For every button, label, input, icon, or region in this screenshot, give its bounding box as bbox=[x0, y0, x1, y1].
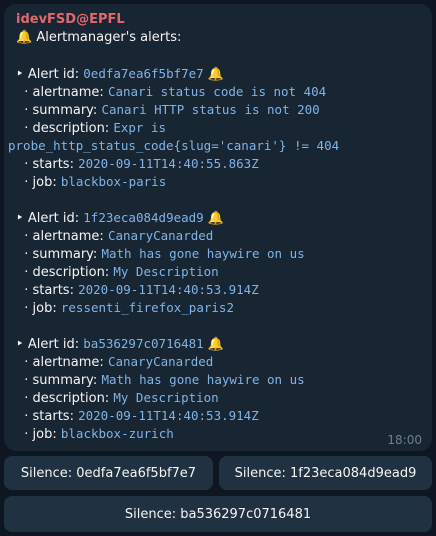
alertname-value[interactable]: CanaryCanarded bbox=[108, 228, 213, 243]
description-value-cont[interactable]: probe_http_status_code{slug='canari'} !=… bbox=[8, 138, 339, 153]
job-value[interactable]: blackbox-zurich bbox=[61, 426, 174, 441]
starts-value[interactable]: 2020-09-11T14:40:55.863Z bbox=[78, 156, 259, 171]
bell-icon: 🔔 bbox=[16, 30, 33, 45]
alert-block: ‣ Alert id: 1f23eca084d9ead9 🔔 · alertna… bbox=[16, 210, 305, 316]
silence-button[interactable]: Silence: 1f23eca084d9ead9 bbox=[219, 456, 432, 490]
message-time: 18:00 bbox=[387, 433, 422, 447]
silence-button[interactable]: Silence: 0edfa7ea6f5bf7e7 bbox=[4, 456, 213, 490]
bullet-icon: ‣ bbox=[16, 67, 28, 82]
message-bubble: idevFSD@EPFL 🔔 Alertmanager's alerts: ‣ … bbox=[4, 4, 432, 451]
starts-value[interactable]: 2020-09-11T14:40:53.914Z bbox=[78, 282, 259, 297]
bell-icon: 🔔 bbox=[207, 211, 225, 226]
summary-value[interactable]: Math has gone haywire on us bbox=[101, 246, 304, 261]
alert-block: ‣ Alert id: 0edfa7ea6f5bf7e7 🔔 · alertna… bbox=[8, 66, 340, 190]
alert-id[interactable]: 0edfa7ea6f5bf7e7 bbox=[83, 66, 203, 81]
message-header: 🔔 Alertmanager's alerts: bbox=[16, 30, 181, 45]
alertname-value[interactable]: CanaryCanarded bbox=[108, 354, 213, 369]
starts-value[interactable]: 2020-09-11T14:40:53.914Z bbox=[78, 408, 259, 423]
alertname-value[interactable]: Canari status code is not 404 bbox=[108, 84, 326, 99]
job-value[interactable]: ressenti_firefox_paris2 bbox=[61, 300, 234, 315]
bullet-icon: ‣ bbox=[16, 211, 28, 226]
job-value[interactable]: blackbox-paris bbox=[61, 174, 166, 189]
header-text: Alertmanager's alerts: bbox=[36, 30, 182, 45]
bell-icon: 🔔 bbox=[207, 337, 225, 352]
alert-id[interactable]: ba536297c0716481 bbox=[83, 336, 203, 351]
alert-block: ‣ Alert id: ba536297c0716481 🔔 · alertna… bbox=[16, 336, 305, 442]
description-value[interactable]: My Description bbox=[113, 264, 218, 279]
alert-id[interactable]: 1f23eca084d9ead9 bbox=[83, 210, 203, 225]
bell-icon: 🔔 bbox=[207, 67, 225, 82]
description-value[interactable]: Expr is bbox=[113, 120, 166, 135]
summary-value[interactable]: Canari HTTP status is not 200 bbox=[101, 102, 319, 117]
silence-button[interactable]: Silence: ba536297c0716481 bbox=[4, 496, 432, 532]
summary-value[interactable]: Math has gone haywire on us bbox=[101, 372, 304, 387]
bullet-icon: ‣ bbox=[16, 337, 28, 352]
description-value[interactable]: My Description bbox=[113, 390, 218, 405]
sender-name[interactable]: idevFSD@EPFL bbox=[16, 12, 125, 27]
